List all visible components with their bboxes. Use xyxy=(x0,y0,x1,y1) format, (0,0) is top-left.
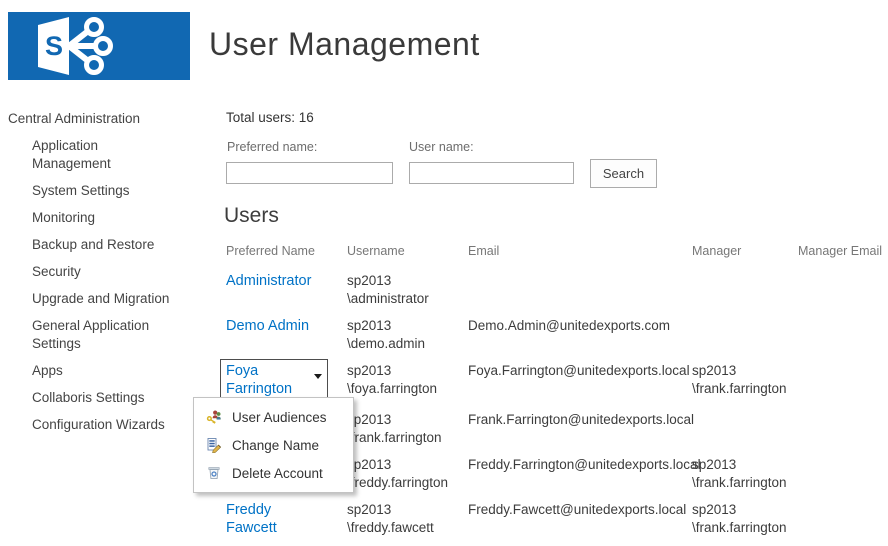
delete-icon xyxy=(206,465,222,481)
sidebar-item-application-management[interactable]: Application Management xyxy=(32,137,178,173)
sidebar-item-upgrade-and-migration[interactable]: Upgrade and Migration xyxy=(32,290,178,308)
preferred-name-label: Preferred name: xyxy=(227,140,317,154)
cell-manager-email xyxy=(798,411,888,456)
total-users-count: Total users: 16 xyxy=(226,110,314,125)
sidebar-item-central-administration[interactable]: Central Administration xyxy=(8,110,193,128)
users-section-heading: Users xyxy=(224,204,279,228)
sidebar-item-collaboris-settings[interactable]: Collaboris Settings xyxy=(32,389,178,407)
column-header-email: Email xyxy=(468,244,692,272)
cell-manager: sp2013 \frank.farrington xyxy=(692,456,798,501)
cell-email xyxy=(468,272,692,317)
cell-manager-email xyxy=(798,501,888,546)
cell-manager xyxy=(692,272,798,317)
user-name-input[interactable] xyxy=(409,162,574,184)
cell-manager-email xyxy=(798,362,888,411)
table-header-row: Preferred Name Username Email Manager Ma… xyxy=(226,244,888,272)
users-table: Preferred Name Username Email Manager Ma… xyxy=(226,244,888,546)
sidebar-item-monitoring[interactable]: Monitoring xyxy=(32,209,178,227)
cell-manager-email xyxy=(798,317,888,362)
cell-username: sp2013 \freddy.farrington xyxy=(347,456,468,501)
cell-username: sp2013 \administrator xyxy=(347,272,468,317)
column-header-manager-email: Manager Email xyxy=(798,244,888,272)
column-header-preferred-name: Preferred Name xyxy=(226,244,347,272)
column-header-username: Username xyxy=(347,244,468,272)
selected-user-name: Foya Farrington xyxy=(226,363,292,397)
cell-manager: sp2013 \frank.farrington xyxy=(692,362,798,411)
cell-username: sp2013 \foya.farrington xyxy=(347,362,468,411)
cell-manager-email xyxy=(798,272,888,317)
sharepoint-logo: S xyxy=(8,12,190,80)
user-name-link[interactable]: Freddy Fawcett xyxy=(226,502,277,536)
user-name-link[interactable]: Administrator xyxy=(226,273,311,289)
menu-item-label: User Audiences xyxy=(232,410,327,425)
sidebar-item-system-settings[interactable]: System Settings xyxy=(32,182,178,200)
cell-username: sp2013 \frank.farrington xyxy=(347,411,468,456)
user-name-link[interactable]: Demo Admin xyxy=(226,318,309,334)
sidebar-item-configuration-wizards[interactable]: Configuration Wizards xyxy=(32,416,178,434)
cell-manager: sp2013 \frank.farrington xyxy=(692,501,798,546)
audiences-icon xyxy=(206,409,222,425)
cell-manager xyxy=(692,317,798,362)
menu-item-label: Change Name xyxy=(232,438,319,453)
preferred-name-input[interactable] xyxy=(226,162,393,184)
user-row: Freddy Fawcett sp2013 \freddy.fawcett Fr… xyxy=(226,501,888,546)
cell-email: Freddy.Fawcett@unitedexports.local xyxy=(468,501,692,546)
cell-username: sp2013 \freddy.fawcett xyxy=(347,501,468,546)
cell-email: Frank.Farrington@unitedexports.local xyxy=(468,411,692,456)
cell-email: Foya.Farrington@unitedexports.local xyxy=(468,362,692,411)
page-title: User Management xyxy=(209,26,480,63)
user-row: Administrator sp2013 \administrator xyxy=(226,272,888,317)
cell-username: sp2013 \demo.admin xyxy=(347,317,468,362)
sidebar-item-security[interactable]: Security xyxy=(32,263,178,281)
sidebar-item-backup-and-restore[interactable]: Backup and Restore xyxy=(32,236,178,254)
cell-manager-email xyxy=(798,456,888,501)
cell-email: Demo.Admin@unitedexports.com xyxy=(468,317,692,362)
menu-item-change-name[interactable]: Change Name xyxy=(194,431,353,459)
search-button[interactable]: Search xyxy=(590,159,657,188)
sharepoint-logo-glyph: S xyxy=(8,12,190,80)
sidebar-item-general-application-settings[interactable]: General Application Settings xyxy=(32,317,178,353)
chevron-down-icon xyxy=(314,374,322,379)
cell-email: Freddy.Farrington@unitedexports.local xyxy=(468,456,692,501)
menu-item-delete-account[interactable]: Delete Account xyxy=(194,459,353,487)
sidebar-item-apps[interactable]: Apps xyxy=(32,362,178,380)
user-name-label: User name: xyxy=(409,140,474,154)
user-actions-dropdown[interactable]: Foya Farrington xyxy=(220,359,328,402)
sidebar-nav: Central Administration Application Manag… xyxy=(8,110,193,443)
menu-item-user-audiences[interactable]: User Audiences xyxy=(194,403,353,431)
svg-text:S: S xyxy=(45,31,63,61)
user-row: Demo Admin sp2013 \demo.admin Demo.Admin… xyxy=(226,317,888,362)
cell-manager xyxy=(692,411,798,456)
column-header-manager: Manager xyxy=(692,244,798,272)
edit-icon xyxy=(206,437,222,453)
menu-item-label: Delete Account xyxy=(232,466,323,481)
user-actions-context-menu: User Audiences Change Name Delete Accoun… xyxy=(193,397,354,493)
